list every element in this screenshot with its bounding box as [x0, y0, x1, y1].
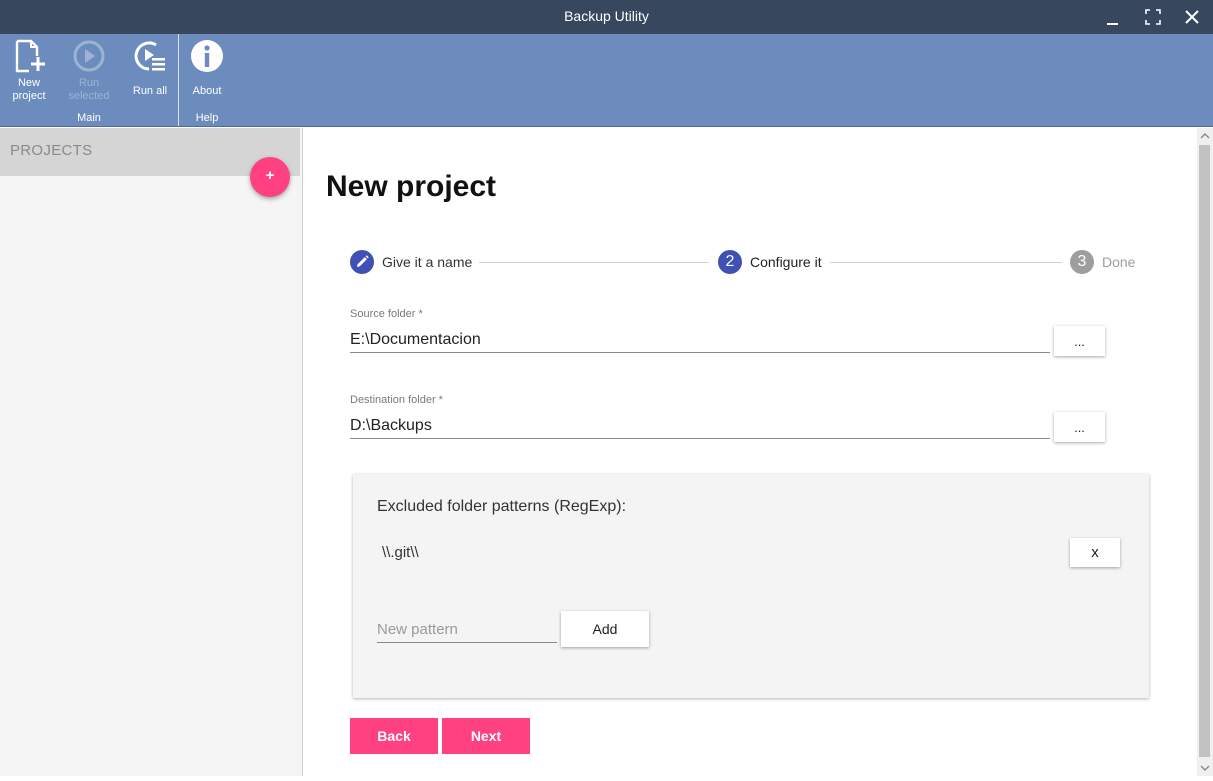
window-title: Backup Utility: [564, 8, 649, 24]
new-project-icon: [15, 39, 45, 73]
scroll-up-icon[interactable]: [1197, 128, 1213, 144]
close-icon[interactable]: [1182, 7, 1202, 27]
step-2-label: Configure it: [750, 254, 822, 270]
scrollbar-thumb[interactable]: [1199, 145, 1210, 757]
title-bar: Backup Utility: [0, 0, 1213, 34]
step-1-label: Give it a name: [382, 254, 473, 270]
minimize-icon[interactable]: [1104, 7, 1124, 27]
excluded-pattern-item: \\.git\\: [382, 544, 419, 561]
step-3-label: Done: [1102, 254, 1136, 270]
source-folder-input[interactable]: [350, 327, 1050, 353]
page-title: New project: [326, 170, 497, 203]
run-all-icon: [134, 41, 165, 71]
main-group-label: Main: [77, 112, 101, 124]
next-button[interactable]: Next: [442, 718, 530, 754]
maximize-icon[interactable]: [1143, 7, 1163, 27]
new-project-label-line1: New: [17, 77, 40, 89]
new-project-button[interactable]: New project: [8, 38, 50, 103]
excluded-patterns-panel: Excluded folder patterns (RegExp): \\.gi…: [353, 474, 1149, 698]
run-all-label: Run all: [132, 85, 168, 97]
projects-sidebar: PROJECTS: [0, 128, 303, 776]
sidebar-heading: PROJECTS: [10, 142, 93, 159]
about-label: About: [192, 85, 222, 97]
back-button[interactable]: Back: [350, 718, 438, 754]
ribbon-toolbar: New project Run selected Run all Main Ab…: [0, 34, 1213, 127]
step-2-marker: 2: [718, 250, 742, 274]
add-project-button[interactable]: +: [250, 157, 290, 197]
about-button[interactable]: About: [186, 38, 228, 98]
destination-folder-input[interactable]: [350, 413, 1050, 439]
help-group-label: Help: [195, 112, 219, 124]
run-icon: [73, 40, 105, 72]
step-1-marker: [350, 250, 374, 274]
step-connector: [479, 262, 709, 263]
destination-browse-button[interactable]: ...: [1054, 412, 1105, 442]
edit-icon: [357, 255, 369, 267]
new-pattern-input[interactable]: [377, 616, 557, 643]
run-selected-label-line2: selected: [68, 90, 110, 102]
run-selected-button[interactable]: Run selected: [66, 38, 112, 103]
step-3-marker: 3: [1070, 250, 1094, 274]
new-project-label-line2: project: [12, 90, 46, 102]
step-connector: [830, 262, 1062, 263]
main-content: New project Give it a name 2 Configure i…: [304, 128, 1197, 776]
excluded-patterns-title: Excluded folder patterns (RegExp):: [377, 498, 627, 515]
scroll-down-icon[interactable]: [1197, 760, 1213, 776]
run-selected-label-line1: Run: [78, 77, 100, 89]
run-all-button[interactable]: Run all: [128, 38, 172, 98]
destination-folder-label: Destination folder *: [350, 394, 443, 406]
add-pattern-button[interactable]: Add: [561, 611, 649, 647]
info-icon: [191, 40, 223, 72]
source-browse-button[interactable]: ...: [1054, 326, 1105, 356]
remove-pattern-button[interactable]: x: [1070, 538, 1120, 567]
vertical-scrollbar[interactable]: [1197, 128, 1213, 776]
source-folder-label: Source folder *: [350, 308, 423, 320]
